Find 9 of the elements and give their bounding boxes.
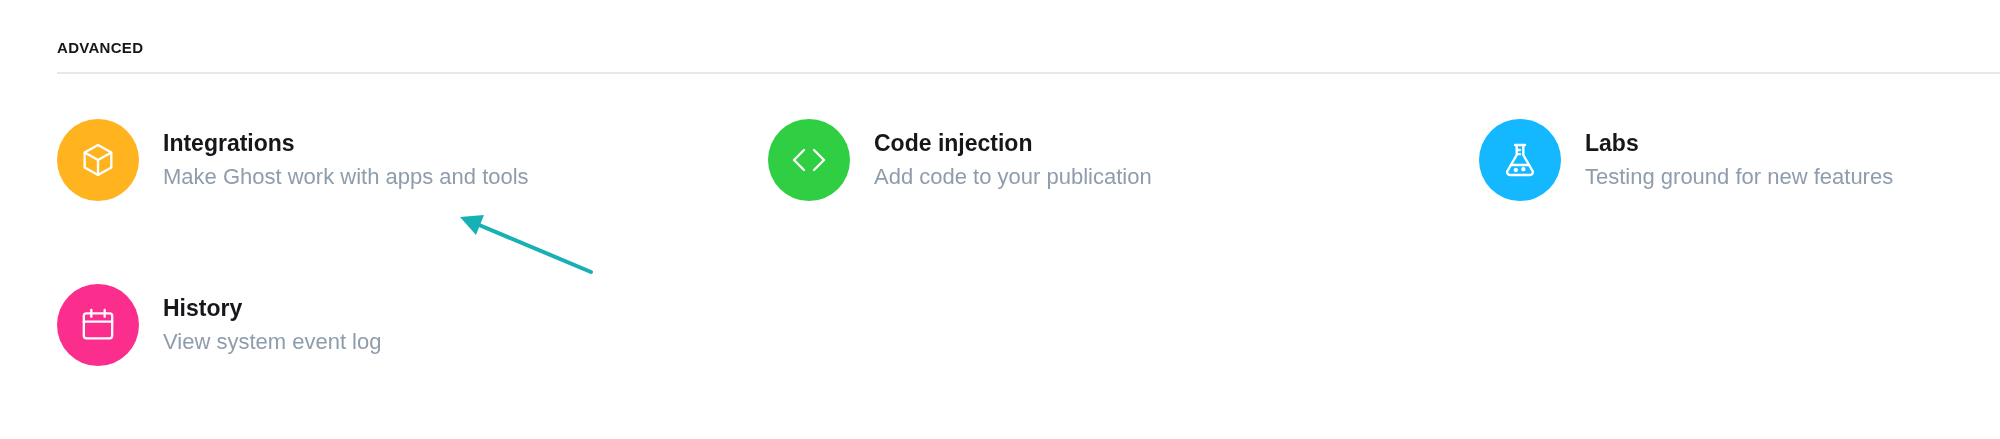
item-title[interactable]: Labs (1585, 129, 1894, 157)
section-heading: ADVANCED (57, 39, 144, 57)
item-description: Add code to your publication (874, 163, 1152, 191)
item-title[interactable]: History (163, 294, 382, 322)
item-description: Make Ghost work with apps and tools (163, 163, 529, 191)
item-description: View system event log (163, 328, 382, 356)
item-title[interactable]: Integrations (163, 129, 529, 157)
item-title[interactable]: Code injection (874, 129, 1152, 157)
item-description: Testing ground for new features (1585, 163, 1894, 191)
